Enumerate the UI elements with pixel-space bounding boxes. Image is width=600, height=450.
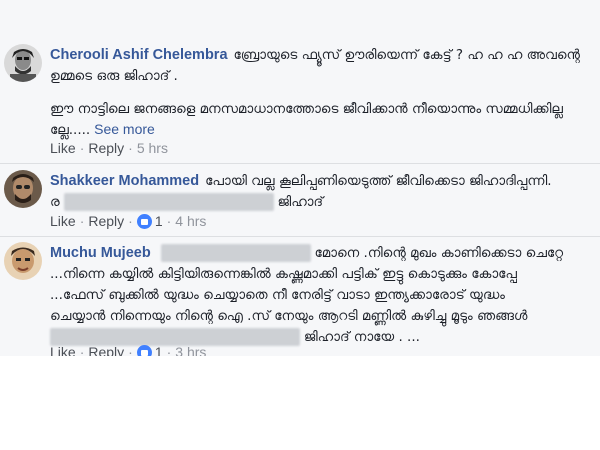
comment-text-line: ജിഹാദ് നായേ . ... — [303, 329, 420, 345]
separator-dot: · — [79, 344, 85, 356]
comment-text-line: പോയി വല്ല കൂലിപ്പണിയെടുത്ത് ജീവിക്കെടാ ജ… — [205, 173, 552, 189]
reaction-summary[interactable]: 1 — [136, 344, 163, 356]
avatar[interactable] — [4, 242, 42, 280]
reply-button[interactable]: Reply — [88, 213, 124, 229]
redacted-text — [63, 193, 274, 212]
comment-text-line: ബ്രോയുടെ ഫ്യൂസ് ഊരിയെന്ന് കേട്ട് ? ഹ ഹ ഹ… — [233, 47, 580, 63]
like-button[interactable]: Like — [50, 140, 76, 156]
comment-text-line: ഈ നാട്ടിലെ ജനങ്ങളെ മനസമാധാനത്തോടെ ജീവിക്… — [50, 101, 563, 117]
like-button[interactable]: Like — [50, 213, 76, 229]
reaction-count: 1 — [154, 344, 163, 356]
comment-timestamp[interactable]: 5 hrs — [137, 140, 168, 156]
comment-text-line: ഉമ്മടെ ഒരു ജിഹാദ് . — [50, 68, 178, 84]
reply-button[interactable]: Reply — [88, 140, 124, 156]
redacted-text — [160, 244, 311, 263]
separator-dot: · — [79, 213, 85, 229]
avatar-image — [4, 170, 42, 208]
comment-divider — [0, 163, 600, 164]
separator-dot: · — [128, 213, 133, 229]
comment-timestamp[interactable]: 4 hrs — [175, 213, 206, 229]
comments-panel: Cherooli Ashif Chelembra ബ്രോയുടെ ഫ്യൂസ് … — [0, 0, 600, 356]
reply-button[interactable]: Reply — [88, 344, 124, 356]
avatar-image — [4, 44, 42, 82]
separator-dot: · — [166, 213, 172, 229]
comment-text-line: ജിഹാദ് — [277, 194, 324, 210]
reaction-summary[interactable]: 1 — [136, 213, 163, 229]
separator-dot: · — [166, 344, 172, 356]
like-button[interactable]: Like — [50, 344, 76, 356]
comment-text-line: ല്ലേ..... — [50, 122, 91, 138]
comment-text-line: മോനെ .നിന്റെ മുഖം കാണിക്കെടാ ചെറ്റേ — [314, 245, 564, 261]
comment-text-line: ര — [50, 194, 60, 210]
see-more-link[interactable]: See more — [94, 121, 155, 137]
comment-timestamp[interactable]: 3 hrs — [175, 344, 206, 356]
avatar[interactable] — [4, 170, 42, 208]
avatar[interactable] — [4, 44, 42, 82]
comment-divider — [0, 236, 600, 237]
like-reaction-icon — [136, 344, 152, 356]
comment-text-line: ...നിന്നെ കയ്യിൽ കിട്ടിയിരുന്നെങ്കിൽ കഷ്… — [50, 266, 517, 282]
comment-text-line: ചെയ്യാൻ നിന്നെയും നിന്റെ ഐ .സ് നേയും ആറട… — [50, 308, 528, 324]
commenter-name[interactable]: Muchu Mujeeb — [50, 245, 151, 261]
commenter-name[interactable]: Shakkeer Mohammed — [50, 173, 199, 189]
separator-dot: · — [128, 344, 133, 356]
comment-text-line: ...ഫേസ് ബുക്കിൽ യുദ്ധം ചെയ്യാതെ നീ നേരിട… — [50, 287, 505, 303]
separator-dot: · — [79, 140, 85, 156]
commenter-name[interactable]: Cherooli Ashif Chelembra — [50, 47, 228, 63]
reaction-count: 1 — [154, 213, 163, 229]
like-reaction-icon — [136, 213, 152, 229]
separator-dot: · — [128, 140, 133, 156]
avatar-image — [4, 242, 42, 280]
